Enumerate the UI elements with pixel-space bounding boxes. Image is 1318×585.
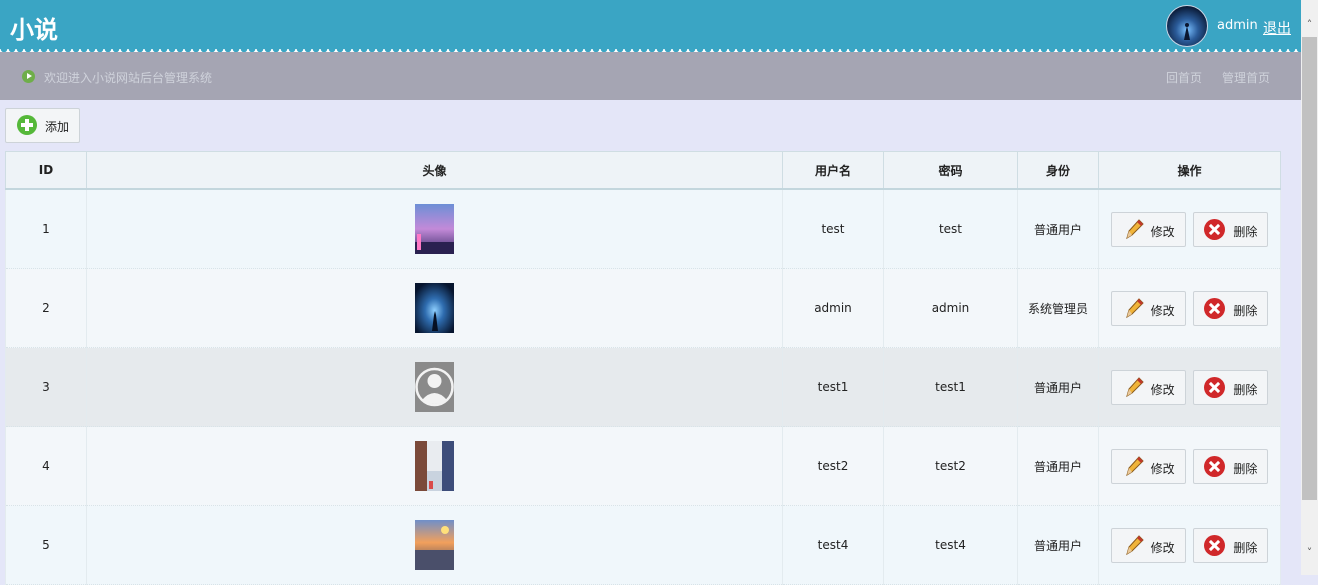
table-row: 1 test test 普通用户 修改 删除 bbox=[5, 189, 1281, 269]
delete-button[interactable]: 删除 bbox=[1193, 527, 1269, 563]
avatar-thumbnail bbox=[415, 441, 454, 491]
app-title: 小说 bbox=[10, 16, 58, 44]
arrow-right-icon bbox=[22, 70, 35, 83]
column-header-id: ID bbox=[5, 151, 87, 190]
pencil-icon bbox=[1125, 218, 1144, 239]
cell-actions: 修改 删除 bbox=[1098, 268, 1281, 348]
default-avatar-thumbnail bbox=[415, 362, 454, 412]
column-header-actions: 操作 bbox=[1098, 151, 1281, 190]
cell-password: test4 bbox=[883, 505, 1018, 585]
cell-avatar bbox=[86, 505, 783, 585]
home-link[interactable]: 回首页 bbox=[1166, 69, 1202, 86]
add-button-label: 添加 bbox=[45, 120, 70, 134]
cell-role: 普通用户 bbox=[1017, 189, 1099, 269]
edit-button-label: 修改 bbox=[1150, 461, 1175, 476]
cell-actions: 修改 删除 bbox=[1098, 347, 1281, 427]
cell-avatar bbox=[86, 347, 783, 427]
cell-username: test2 bbox=[782, 426, 884, 506]
avatar-thumbnail bbox=[415, 520, 454, 570]
welcome-text: 欢迎进入小说网站后台管理系统 bbox=[44, 71, 213, 85]
avatar-thumbnail bbox=[415, 204, 454, 254]
delete-x-icon bbox=[1204, 455, 1226, 477]
cell-actions: 修改 删除 bbox=[1098, 189, 1281, 269]
user-table: ID 头像 用户名 密码 身份 操作 1 test test 普通用户 修改 删… bbox=[5, 151, 1281, 585]
cell-password: admin bbox=[883, 268, 1018, 348]
scroll-down-icon[interactable]: ˅ bbox=[1303, 546, 1316, 559]
edit-button-label: 修改 bbox=[1150, 540, 1175, 555]
table-row: 5 test4 test4 普通用户 修改 删除 bbox=[5, 505, 1281, 585]
delete-button[interactable]: 删除 bbox=[1193, 290, 1269, 326]
cell-password: test2 bbox=[883, 426, 1018, 506]
edit-button[interactable]: 修改 bbox=[1110, 290, 1186, 326]
cell-username: admin bbox=[782, 268, 884, 348]
cell-actions: 修改 删除 bbox=[1098, 505, 1281, 585]
cell-role: 普通用户 bbox=[1017, 426, 1099, 506]
delete-button[interactable]: 删除 bbox=[1193, 211, 1269, 247]
cell-role: 普通用户 bbox=[1017, 347, 1099, 427]
current-user-name: admin bbox=[1217, 18, 1258, 33]
delete-button-label: 删除 bbox=[1233, 540, 1258, 555]
edit-button[interactable]: 修改 bbox=[1110, 448, 1186, 484]
cell-id: 2 bbox=[5, 268, 87, 348]
table-row: 3 test1 test1 普通用户 修改 删除 bbox=[5, 347, 1281, 427]
cell-actions: 修改 删除 bbox=[1098, 426, 1281, 506]
table-header-row: ID 头像 用户名 密码 身份 操作 bbox=[5, 151, 1281, 190]
plus-circle-icon bbox=[17, 115, 37, 135]
delete-button-label: 删除 bbox=[1233, 303, 1258, 318]
table-row: 4 test2 test2 普通用户 修改 删除 bbox=[5, 426, 1281, 506]
cell-password: test bbox=[883, 189, 1018, 269]
column-header-password: 密码 bbox=[883, 151, 1018, 190]
cell-password: test1 bbox=[883, 347, 1018, 427]
delete-x-icon bbox=[1204, 534, 1226, 556]
column-header-avatar: 头像 bbox=[86, 151, 783, 190]
cell-username: test4 bbox=[782, 505, 884, 585]
pencil-icon bbox=[1125, 297, 1144, 318]
cell-username: test bbox=[782, 189, 884, 269]
pencil-icon bbox=[1125, 376, 1144, 397]
cell-id: 1 bbox=[5, 189, 87, 269]
cell-username: test1 bbox=[782, 347, 884, 427]
edit-button-label: 修改 bbox=[1150, 303, 1175, 318]
delete-x-icon bbox=[1204, 376, 1226, 398]
top-header bbox=[0, 0, 1301, 52]
add-button[interactable]: 添加 bbox=[5, 108, 80, 143]
delete-button-label: 删除 bbox=[1233, 461, 1258, 476]
edit-button[interactable]: 修改 bbox=[1110, 527, 1186, 563]
delete-button-label: 删除 bbox=[1233, 382, 1258, 397]
cell-id: 5 bbox=[5, 505, 87, 585]
scrollbar-thumb[interactable] bbox=[1302, 37, 1317, 500]
edit-button[interactable]: 修改 bbox=[1110, 211, 1186, 247]
column-header-username: 用户名 bbox=[782, 151, 884, 190]
cell-avatar bbox=[86, 268, 783, 348]
pencil-icon bbox=[1125, 455, 1144, 476]
cell-role: 系统管理员 bbox=[1017, 268, 1099, 348]
pencil-icon bbox=[1125, 534, 1144, 555]
cell-id: 3 bbox=[5, 347, 87, 427]
cell-id: 4 bbox=[5, 426, 87, 506]
delete-x-icon bbox=[1204, 218, 1226, 240]
delete-button-label: 删除 bbox=[1233, 224, 1258, 239]
cell-avatar bbox=[86, 426, 783, 506]
cell-role: 普通用户 bbox=[1017, 505, 1099, 585]
delete-button[interactable]: 删除 bbox=[1193, 448, 1269, 484]
admin-home-link[interactable]: 管理首页 bbox=[1222, 69, 1270, 86]
delete-button[interactable]: 删除 bbox=[1193, 369, 1269, 405]
logout-link[interactable]: 退出 bbox=[1263, 18, 1291, 38]
cell-avatar bbox=[86, 189, 783, 269]
avatar-image bbox=[1184, 23, 1190, 40]
table-row: 2 admin admin 系统管理员 修改 删除 bbox=[5, 268, 1281, 348]
edit-button[interactable]: 修改 bbox=[1110, 369, 1186, 405]
scroll-up-icon[interactable]: ˄ bbox=[1303, 18, 1316, 31]
column-header-role: 身份 bbox=[1017, 151, 1099, 190]
edit-button-label: 修改 bbox=[1150, 382, 1175, 397]
delete-x-icon bbox=[1204, 297, 1226, 319]
user-avatar[interactable] bbox=[1166, 5, 1208, 47]
avatar-thumbnail bbox=[415, 283, 454, 333]
edit-button-label: 修改 bbox=[1150, 224, 1175, 239]
